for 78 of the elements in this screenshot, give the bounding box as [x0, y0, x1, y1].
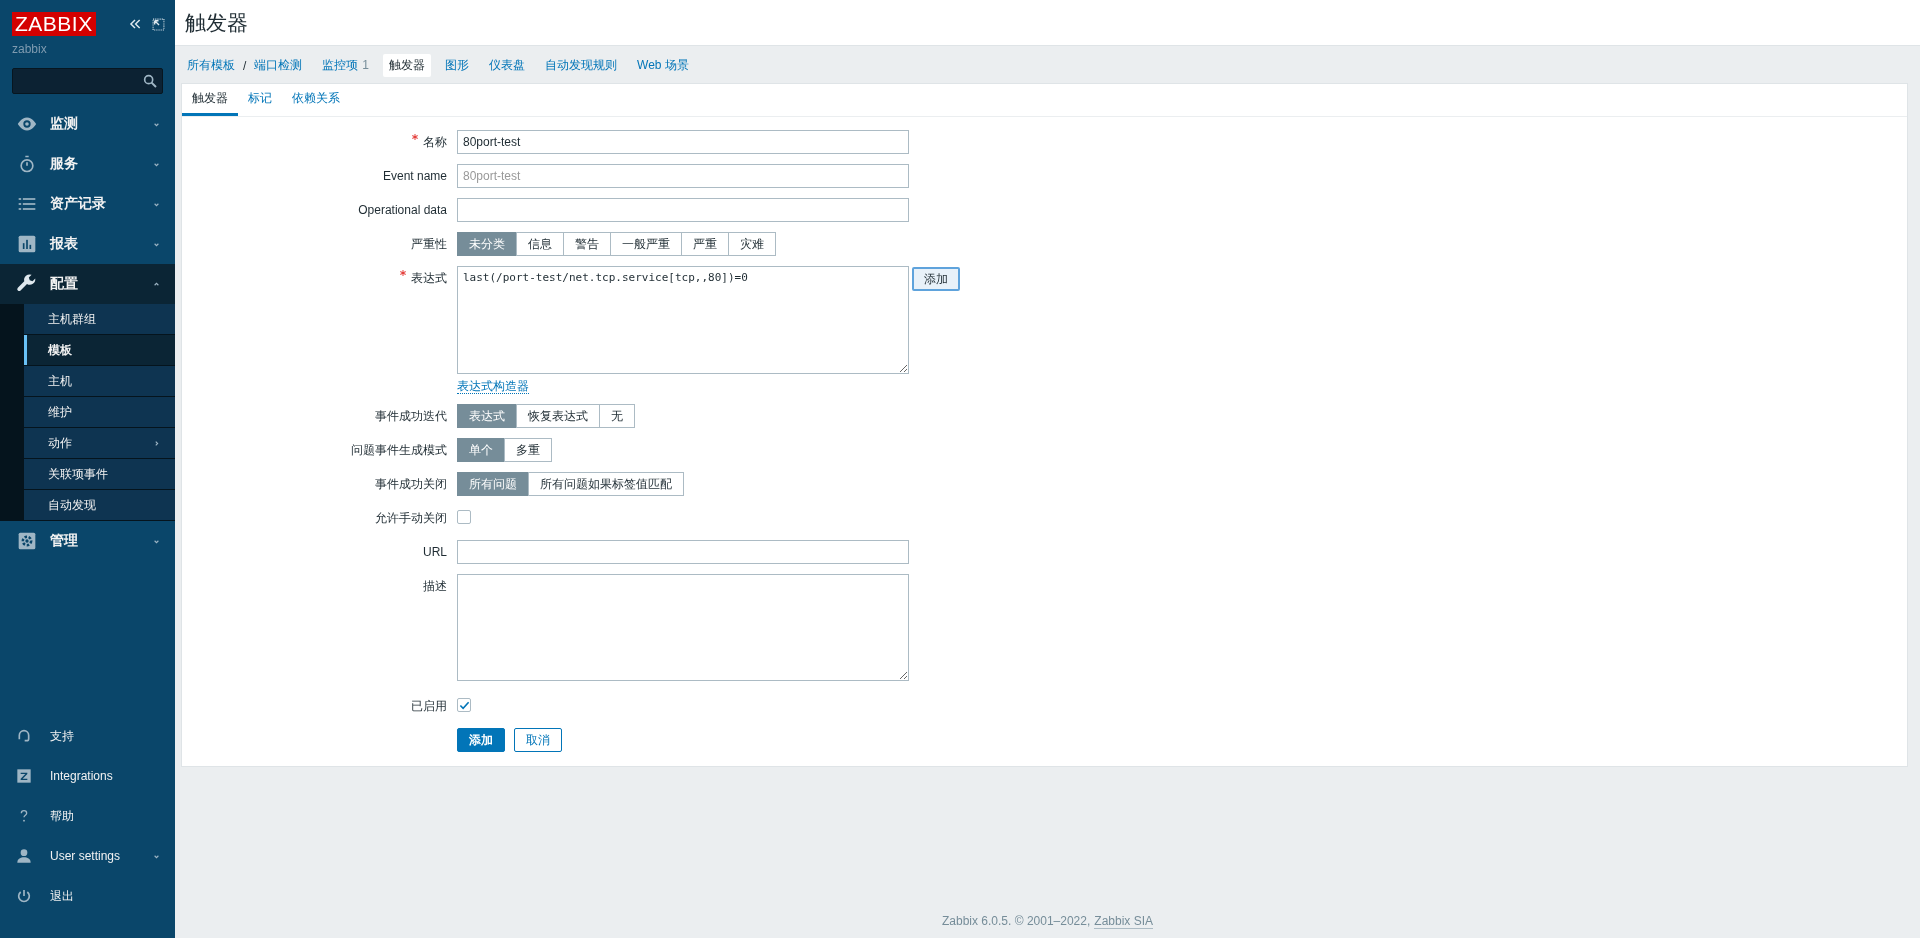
- submenu-item[interactable]: 关联项事件: [24, 459, 175, 490]
- checkbox[interactable]: [457, 698, 471, 712]
- submenu-item[interactable]: 自动发现: [24, 490, 175, 521]
- cancel-button[interactable]: 取消: [514, 728, 562, 752]
- menu-item[interactable]: 退出: [0, 876, 175, 916]
- z-square-icon: [16, 768, 32, 784]
- nav-tab[interactable]: Web 场景: [631, 54, 695, 77]
- submenu-item[interactable]: 动作: [24, 428, 175, 459]
- field-label: 问题事件生成模式: [351, 443, 447, 457]
- submenu-item[interactable]: 模板: [24, 335, 175, 366]
- tab[interactable]: 触发器: [182, 84, 238, 116]
- text-input-field[interactable]: [457, 198, 909, 222]
- option-button[interactable]: 严重: [681, 232, 729, 256]
- option-button[interactable]: 多重: [504, 438, 552, 462]
- menu-item[interactable]: User settings: [0, 836, 175, 876]
- expression-field[interactable]: last(/port-test/net.tcp.service[tcp,,80])=0: [457, 266, 909, 374]
- bar-chart-icon: [17, 234, 37, 254]
- field-label: 已启用: [411, 699, 447, 713]
- menu-item[interactable]: 管理: [0, 521, 175, 561]
- field-label: Operational data: [358, 203, 447, 217]
- server-name: zabbix: [11, 41, 48, 56]
- nav-tab[interactable]: 触发器: [383, 54, 432, 77]
- menu-item[interactable]: 监测: [0, 104, 175, 144]
- field-label: URL: [423, 545, 447, 559]
- nav-tab[interactable]: 仪表盘: [483, 54, 532, 77]
- breadcrumb-separator: /: [242, 58, 248, 73]
- page-title: 触发器: [185, 9, 248, 36]
- menu-item[interactable]: 支持: [0, 716, 175, 756]
- expression-constructor-link[interactable]: 表达式构造器: [457, 379, 529, 394]
- breadcrumb-link[interactable]: 端口检测: [248, 54, 309, 77]
- tab[interactable]: 标记: [238, 84, 282, 116]
- option-button[interactable]: 信息: [516, 232, 564, 256]
- option-button[interactable]: 灾难: [728, 232, 776, 256]
- menu-item[interactable]: 报表: [0, 224, 175, 264]
- field-label: 严重性: [411, 237, 447, 251]
- collapse-icon[interactable]: [128, 17, 142, 31]
- nav-tab[interactable]: 监控项 1: [316, 54, 376, 77]
- submenu-item[interactable]: 主机群组: [24, 304, 175, 335]
- option-button[interactable]: 警告: [563, 232, 611, 256]
- text-input-field[interactable]: 80port-test: [457, 164, 909, 188]
- fullscreen-icon[interactable]: [152, 17, 165, 31]
- logo[interactable]: ZABBIX: [12, 12, 96, 36]
- option-button[interactable]: 所有问题如果标签值匹配: [528, 472, 684, 496]
- field-label: 名称: [412, 135, 447, 149]
- submit-button[interactable]: 添加: [457, 728, 505, 752]
- power-icon: [16, 888, 32, 904]
- checkbox[interactable]: [457, 510, 471, 524]
- submenu-item[interactable]: 维护: [24, 397, 175, 428]
- field-label: 允许手动关闭: [375, 511, 447, 525]
- submenu-item[interactable]: 主机: [24, 366, 175, 397]
- option-button[interactable]: 无: [599, 404, 635, 428]
- breadcrumb-link[interactable]: 所有模板: [181, 54, 241, 77]
- text-input-field[interactable]: 80port-test: [457, 130, 909, 154]
- text-input-field[interactable]: [457, 540, 909, 564]
- menu-item[interactable]: 服务: [0, 144, 175, 184]
- menu-item[interactable]: 配置: [0, 264, 175, 304]
- field-label: Event name: [382, 169, 447, 183]
- description-field[interactable]: [457, 574, 909, 681]
- option-button[interactable]: 一般严重: [610, 232, 682, 256]
- menu-item[interactable]: Integrations: [0, 756, 175, 796]
- gear-icon: [17, 531, 37, 551]
- search-field[interactable]: [12, 68, 163, 94]
- person-icon: [16, 848, 32, 864]
- field-label: 事件成功迭代: [375, 409, 447, 423]
- field-label: 描述: [423, 579, 447, 593]
- field-label: 事件成功关闭: [375, 477, 447, 491]
- copyright-text: Zabbix 6.0.5. © 2001–2022,: [942, 914, 1091, 928]
- stopwatch-icon: [17, 154, 37, 174]
- add-button[interactable]: 添加: [912, 267, 960, 291]
- option-button[interactable]: 恢复表达式: [516, 404, 600, 428]
- field-label: 表达式: [400, 271, 447, 285]
- nav-tab[interactable]: 图形: [439, 54, 476, 77]
- tab[interactable]: 依赖关系: [282, 84, 350, 116]
- headset-icon: [16, 728, 32, 744]
- nav-tab[interactable]: 自动发现规则: [539, 54, 624, 77]
- menu-item[interactable]: 帮助: [0, 796, 175, 836]
- search-icon: [142, 73, 158, 89]
- menu-item[interactable]: 资产记录: [0, 184, 175, 224]
